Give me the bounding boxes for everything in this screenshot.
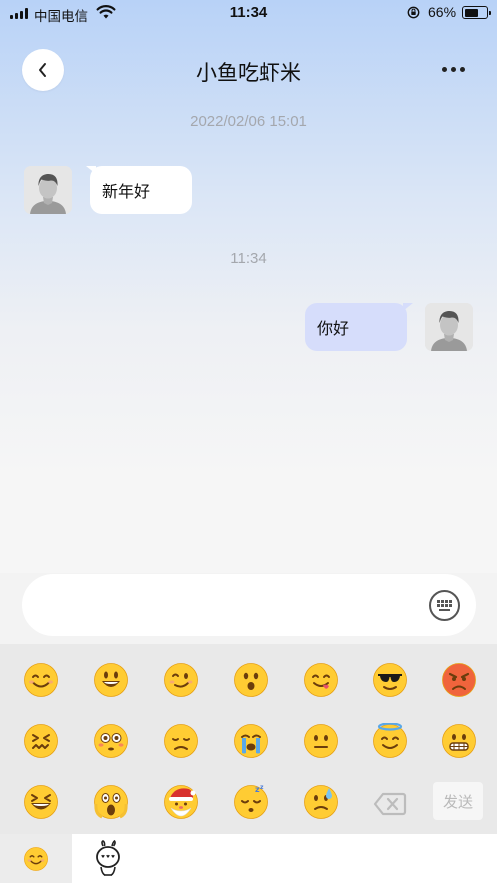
input-bar [0, 573, 497, 644]
incoming-message-bubble[interactable]: 新年好 [90, 166, 192, 214]
emoji-scream[interactable] [93, 784, 129, 820]
flushed-emoji-icon [94, 724, 128, 758]
astonished-emoji-icon [234, 663, 268, 697]
chat-screen: 中国电信 11:34 66% 小鱼吃虾米 2022/02/06 15:01 新年… [0, 0, 497, 883]
more-button[interactable] [436, 58, 470, 80]
santa-emoji-icon [164, 785, 198, 819]
neutral-emoji-icon [304, 724, 338, 758]
emoji-laughing[interactable] [23, 784, 59, 820]
smiley-emoji-icon [94, 663, 128, 697]
default-male-avatar-icon [425, 303, 473, 351]
sleeping-emoji-icon: zz [234, 784, 268, 819]
message-timestamp: 11:34 [230, 250, 267, 267]
scream-emoji-icon [94, 785, 128, 819]
emoji-sleeping[interactable]: zz [233, 784, 269, 820]
battery-icon [462, 6, 491, 19]
svg-text:z: z [260, 784, 264, 791]
rotation-lock-icon [407, 6, 420, 19]
contact-avatar[interactable] [24, 166, 72, 214]
emoji-smiley[interactable] [93, 662, 129, 698]
confounded-emoji-icon [24, 724, 58, 758]
emoji-smile[interactable] [23, 662, 59, 698]
emoji-yum[interactable] [303, 662, 339, 698]
emoji-confounded[interactable] [23, 723, 59, 759]
panel-tab-bar [0, 834, 497, 883]
angry-emoji-icon [442, 663, 476, 697]
emoji-panel: zz 发送 [0, 644, 497, 834]
message-input[interactable] [22, 574, 476, 636]
emoji-disappointed[interactable] [163, 723, 199, 759]
emoji-innocent[interactable] [372, 723, 408, 759]
sticker-character-icon [96, 839, 120, 876]
send-button[interactable]: 发送 [433, 782, 483, 820]
emoji-sob[interactable] [233, 723, 269, 759]
tab-sticker[interactable] [72, 834, 144, 883]
emoji-angry[interactable] [441, 662, 477, 698]
more-horizontal-icon [441, 66, 447, 72]
battery-percent: 66% [428, 4, 457, 20]
emoji-grimacing[interactable] [441, 723, 477, 759]
grimacing-emoji-icon [442, 724, 476, 758]
yum-emoji-icon [304, 663, 338, 697]
message-text: 新年好 [102, 184, 151, 201]
message-timestamp: 2022/02/06 15:01 [190, 113, 307, 130]
chat-title: 小鱼吃虾米 [196, 62, 301, 85]
keyboard-toggle-button[interactable] [429, 590, 460, 621]
tab-emoji[interactable] [0, 834, 72, 883]
emoji-wink[interactable] [163, 662, 199, 698]
emoji-astonished[interactable] [233, 662, 269, 698]
laughing-emoji-icon [24, 785, 58, 819]
emoji-flushed[interactable] [93, 723, 129, 759]
innocent-emoji-icon [373, 723, 407, 758]
message-text: 你好 [317, 321, 350, 338]
outgoing-message-bubble[interactable]: 你好 [305, 303, 413, 351]
emoji-sunglasses[interactable] [372, 662, 408, 698]
smile-emoji-icon [24, 663, 58, 697]
emoji-neutral[interactable] [303, 723, 339, 759]
status-bar: 中国电信 11:34 66% [0, 0, 497, 26]
my-avatar[interactable] [425, 303, 473, 351]
smile-emoji-icon [24, 846, 48, 871]
cold-sweat-emoji-icon [304, 785, 338, 819]
status-time: 11:34 [229, 4, 268, 21]
keyboard-icon [431, 592, 458, 619]
emoji-santa[interactable] [163, 784, 199, 820]
disappointed-emoji-icon [164, 724, 198, 758]
emoji-cold-sweat[interactable] [303, 784, 339, 820]
sunglasses-emoji-icon [373, 663, 407, 697]
sob-emoji-icon [234, 724, 268, 758]
wink-emoji-icon [164, 663, 198, 697]
backspace-icon[interactable] [372, 790, 408, 818]
default-male-avatar-icon [24, 166, 72, 214]
